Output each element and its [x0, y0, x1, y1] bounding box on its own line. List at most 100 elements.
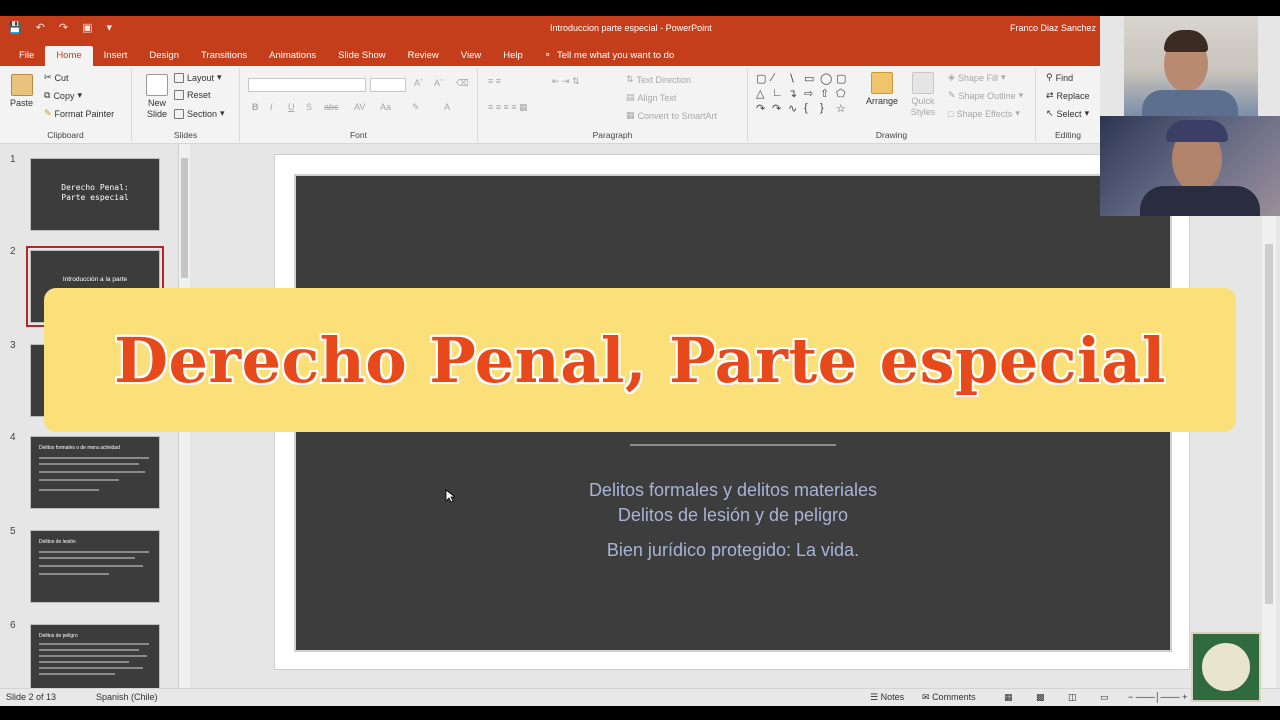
format-painter-button[interactable]: ✎ Format Painter — [44, 108, 114, 119]
shape-effects-button[interactable]: □ Shape Effects ▾ — [948, 108, 1020, 119]
font-size-combo[interactable] — [370, 78, 406, 92]
undo-icon[interactable]: ↶ — [36, 21, 45, 34]
slide-thumbnail[interactable]: Delitos de peligro — [30, 624, 160, 697]
brace-right-shape-icon[interactable]: } — [820, 102, 834, 115]
alignment-icons[interactable]: ≡ ≡ ≡ ≡ ▦ — [488, 102, 528, 113]
tab-transitions[interactable]: Transitions — [190, 46, 258, 66]
new-slide-label: New Slide — [146, 98, 167, 119]
save-icon[interactable]: 💾 — [8, 21, 22, 34]
slide-thumbnail[interactable]: Derecho Penal: Parte especial — [30, 158, 160, 231]
replace-button[interactable]: ⇄ Replace — [1046, 90, 1090, 101]
canvas-scrollbar[interactable] — [1262, 144, 1276, 688]
slide-thumbnail[interactable]: Delitos de lesión — [30, 530, 160, 603]
rounded-rect-shape-icon[interactable]: ▢ — [836, 72, 850, 85]
find-button[interactable]: ⚲ Find — [1046, 72, 1073, 83]
shadow-icon[interactable]: S — [306, 102, 312, 112]
paste-icon — [10, 74, 33, 96]
tab-animations[interactable]: Animations — [258, 46, 327, 66]
tab-view[interactable]: View — [450, 46, 492, 66]
comment-icon: ✉ — [922, 692, 930, 702]
italic-icon[interactable]: I — [270, 102, 273, 112]
paste-label: Paste — [10, 98, 34, 108]
tab-help[interactable]: Help — [492, 46, 534, 66]
notes-button[interactable]: ☰ Notes — [870, 692, 904, 703]
tell-me-label: Tell me what you want to do — [557, 50, 675, 61]
bracket-shape-icon[interactable]: ↷ — [772, 102, 786, 115]
arrow-shape-icon[interactable]: ↴ — [788, 87, 802, 100]
quick-styles-button[interactable]: Quick Styles — [908, 72, 938, 118]
shape-fill-button[interactable]: ◈ Shape Fill ▾ — [948, 72, 1005, 83]
thumbnail-text-line — [39, 463, 139, 465]
shapes-gallery[interactable]: ▢ ∕ ∖ ▭ ◯ ▢ △ ∟ ↴ ⇨ ⇧ ⬠ ↷ ↷ ∿ { } ☆ — [756, 72, 850, 115]
bullets-icon[interactable]: ≡ ≡ — [488, 76, 501, 86]
redo-icon[interactable]: ↷ — [59, 21, 68, 34]
curve-shape-icon[interactable]: ↷ — [756, 102, 770, 115]
convert-smartart-button[interactable]: ▦ Convert to SmartArt — [626, 110, 717, 121]
cut-button[interactable]: ✂ Cut — [44, 72, 69, 83]
star-shape-icon[interactable]: ☆ — [836, 102, 850, 115]
language-indicator[interactable]: Spanish (Chile) — [96, 692, 158, 702]
reset-button[interactable]: Reset — [174, 90, 211, 100]
paste-button[interactable]: Paste — [10, 74, 33, 108]
highlight-icon[interactable]: ✎ — [412, 102, 420, 113]
comments-button[interactable]: ✉ Comments — [922, 692, 976, 703]
pentagon-shape-icon[interactable]: ⬠ — [836, 87, 850, 100]
tab-review[interactable]: Review — [397, 46, 450, 66]
oval-shape-icon[interactable]: ◯ — [820, 72, 834, 85]
layout-button[interactable]: Layout ▾ — [174, 72, 222, 83]
text-direction-button[interactable]: ⇅ Text Direction — [626, 74, 691, 85]
strikethrough-icon[interactable]: abc — [324, 102, 339, 112]
align-text-button[interactable]: ▤ Align Text — [626, 92, 676, 103]
corner-shape-icon[interactable]: ∟ — [772, 87, 786, 100]
slideshow-view-icon[interactable]: ▭ — [1100, 692, 1109, 703]
triangle-shape-icon[interactable]: △ — [756, 87, 770, 100]
convert-smartart-label: Convert to SmartArt — [637, 110, 718, 121]
reading-view-icon[interactable]: ◫ — [1068, 692, 1077, 703]
copy-button[interactable]: ⧉ Copy ▾ — [44, 90, 82, 101]
arrow-right-shape-icon[interactable]: ⇨ — [804, 87, 818, 100]
slide-sorter-icon[interactable]: ▩ — [1036, 692, 1045, 703]
start-slideshow-icon[interactable]: ▣ — [82, 21, 92, 34]
font-color-icon[interactable]: A — [444, 102, 450, 112]
arrow-up-shape-icon[interactable]: ⇧ — [820, 87, 834, 100]
shape-outline-label: Shape Outline — [958, 90, 1016, 101]
normal-view-icon[interactable]: ▦ — [1004, 692, 1013, 703]
decrease-font-icon[interactable]: Aˇ — [434, 78, 443, 88]
increase-font-icon[interactable]: Aˆ — [414, 78, 423, 88]
tab-design[interactable]: Design — [138, 46, 190, 66]
new-slide-button[interactable]: New Slide — [142, 74, 172, 120]
tab-slide-show[interactable]: Slide Show — [327, 46, 397, 66]
shape-outline-button[interactable]: ✎ Shape Outline ▾ — [948, 90, 1023, 101]
select-label: Select — [1056, 108, 1082, 119]
font-name-combo[interactable] — [248, 78, 366, 92]
thumbnail-text-line — [39, 573, 109, 575]
tab-file[interactable]: File — [8, 46, 45, 66]
scrollbar-thumb[interactable] — [181, 158, 188, 278]
tab-insert[interactable]: Insert — [93, 46, 139, 66]
clear-format-icon[interactable]: ⌫ — [456, 78, 469, 89]
arrange-button[interactable]: Arrange — [866, 72, 898, 106]
select-button[interactable]: ↖ Select ▾ — [1046, 108, 1089, 119]
spacing-icon[interactable]: AV — [354, 102, 365, 112]
line-shape-icon[interactable]: ∕ — [772, 72, 786, 85]
change-case-icon[interactable]: Aa — [380, 102, 391, 112]
wave-shape-icon[interactable]: ∿ — [788, 102, 802, 115]
user-name[interactable]: Franco Diaz Sanchez — [1010, 23, 1096, 33]
indent-icon[interactable]: ⇤ ⇥ ⇅ — [552, 76, 580, 87]
tell-me-search[interactable]: ⚬ Tell me what you want to do — [544, 46, 674, 66]
brace-left-shape-icon[interactable]: { — [804, 102, 818, 115]
line-shape-icon[interactable]: ∖ — [788, 72, 802, 85]
zoom-slider[interactable]: − ───│─── + — [1128, 692, 1187, 702]
textbox-shape-icon[interactable]: ▢ — [756, 72, 770, 85]
underline-icon[interactable]: U — [288, 102, 295, 112]
customize-qat-icon[interactable]: ▾ — [107, 21, 113, 34]
rectangle-shape-icon[interactable]: ▭ — [804, 72, 818, 85]
scrollbar-thumb[interactable] — [1265, 244, 1273, 604]
bold-icon[interactable]: B — [252, 102, 259, 112]
ribbon: Paste ✂ Cut ⧉ Copy ▾ ✎ Format Painter Clipbo… — [0, 66, 1100, 144]
tab-home[interactable]: Home — [45, 46, 93, 66]
effects-icon: □ — [948, 108, 954, 119]
slide-thumbnail[interactable]: Delitos formales o de mera actividad — [30, 436, 160, 509]
section-button[interactable]: Section ▾ — [174, 108, 225, 119]
notes-icon: ☰ — [870, 692, 879, 702]
